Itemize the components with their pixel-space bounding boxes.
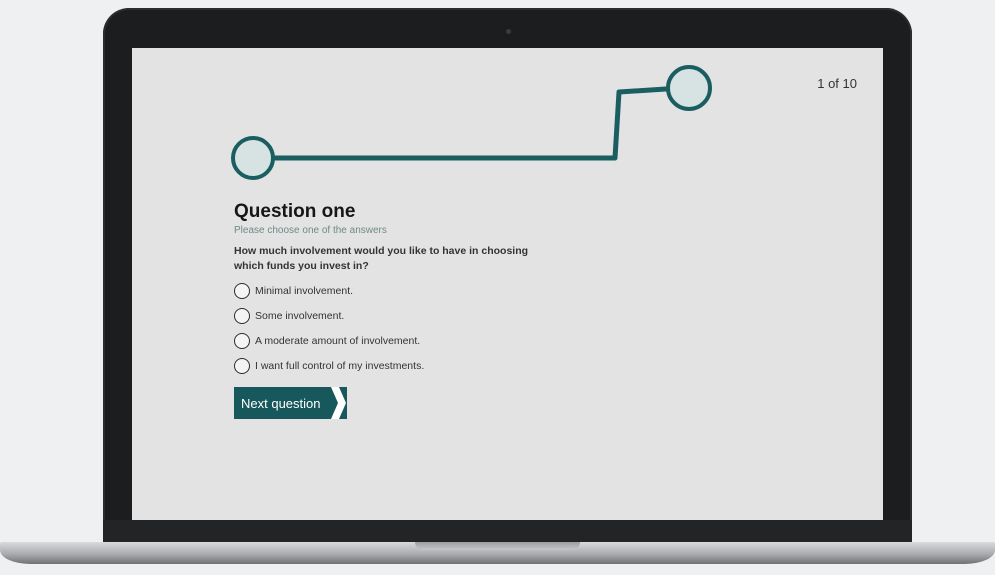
question-title: Question one (234, 201, 356, 222)
question-text: How much involvement would you like to h… (234, 245, 529, 272)
answer-option-label: Some involvement. (255, 309, 345, 322)
radio-button[interactable] (234, 332, 250, 349)
answer-option-moderate[interactable]: A moderate amount of involvement. (234, 328, 564, 353)
answer-option-label: A moderate amount of involvement. (255, 334, 421, 347)
radio-button[interactable] (234, 282, 250, 299)
answer-option-full-control[interactable]: I want full control of my investments. (234, 353, 564, 378)
next-question-button[interactable]: Next question (234, 387, 347, 419)
question-instruction: Please choose one of the answers (234, 225, 387, 236)
laptop-hinge-notch (415, 542, 580, 550)
question-counter: 1 of 10 (817, 76, 857, 91)
radio-button[interactable] (234, 357, 250, 374)
answer-option-label: Minimal involvement. (255, 284, 354, 297)
chevron-right-icon (330, 387, 346, 419)
progress-start-node (231, 136, 275, 180)
radio-button[interactable] (234, 307, 250, 324)
answer-option-label: I want full control of my investments. (255, 359, 425, 372)
answer-option-some[interactable]: Some involvement. (234, 303, 564, 328)
question-panel: Question one Please choose one of the an… (234, 201, 564, 419)
answer-options: Minimal involvement. Some involvement. A… (234, 278, 564, 378)
quiz-screen: 1 of 10 Question one Please choose one o… (132, 48, 883, 520)
webcam-icon (506, 29, 511, 34)
laptop-bezel (103, 520, 912, 542)
progress-connector-line (269, 86, 669, 161)
answer-option-minimal[interactable]: Minimal involvement. (234, 278, 564, 303)
next-question-label: Next question (241, 395, 321, 411)
progress-current-node (666, 65, 712, 111)
